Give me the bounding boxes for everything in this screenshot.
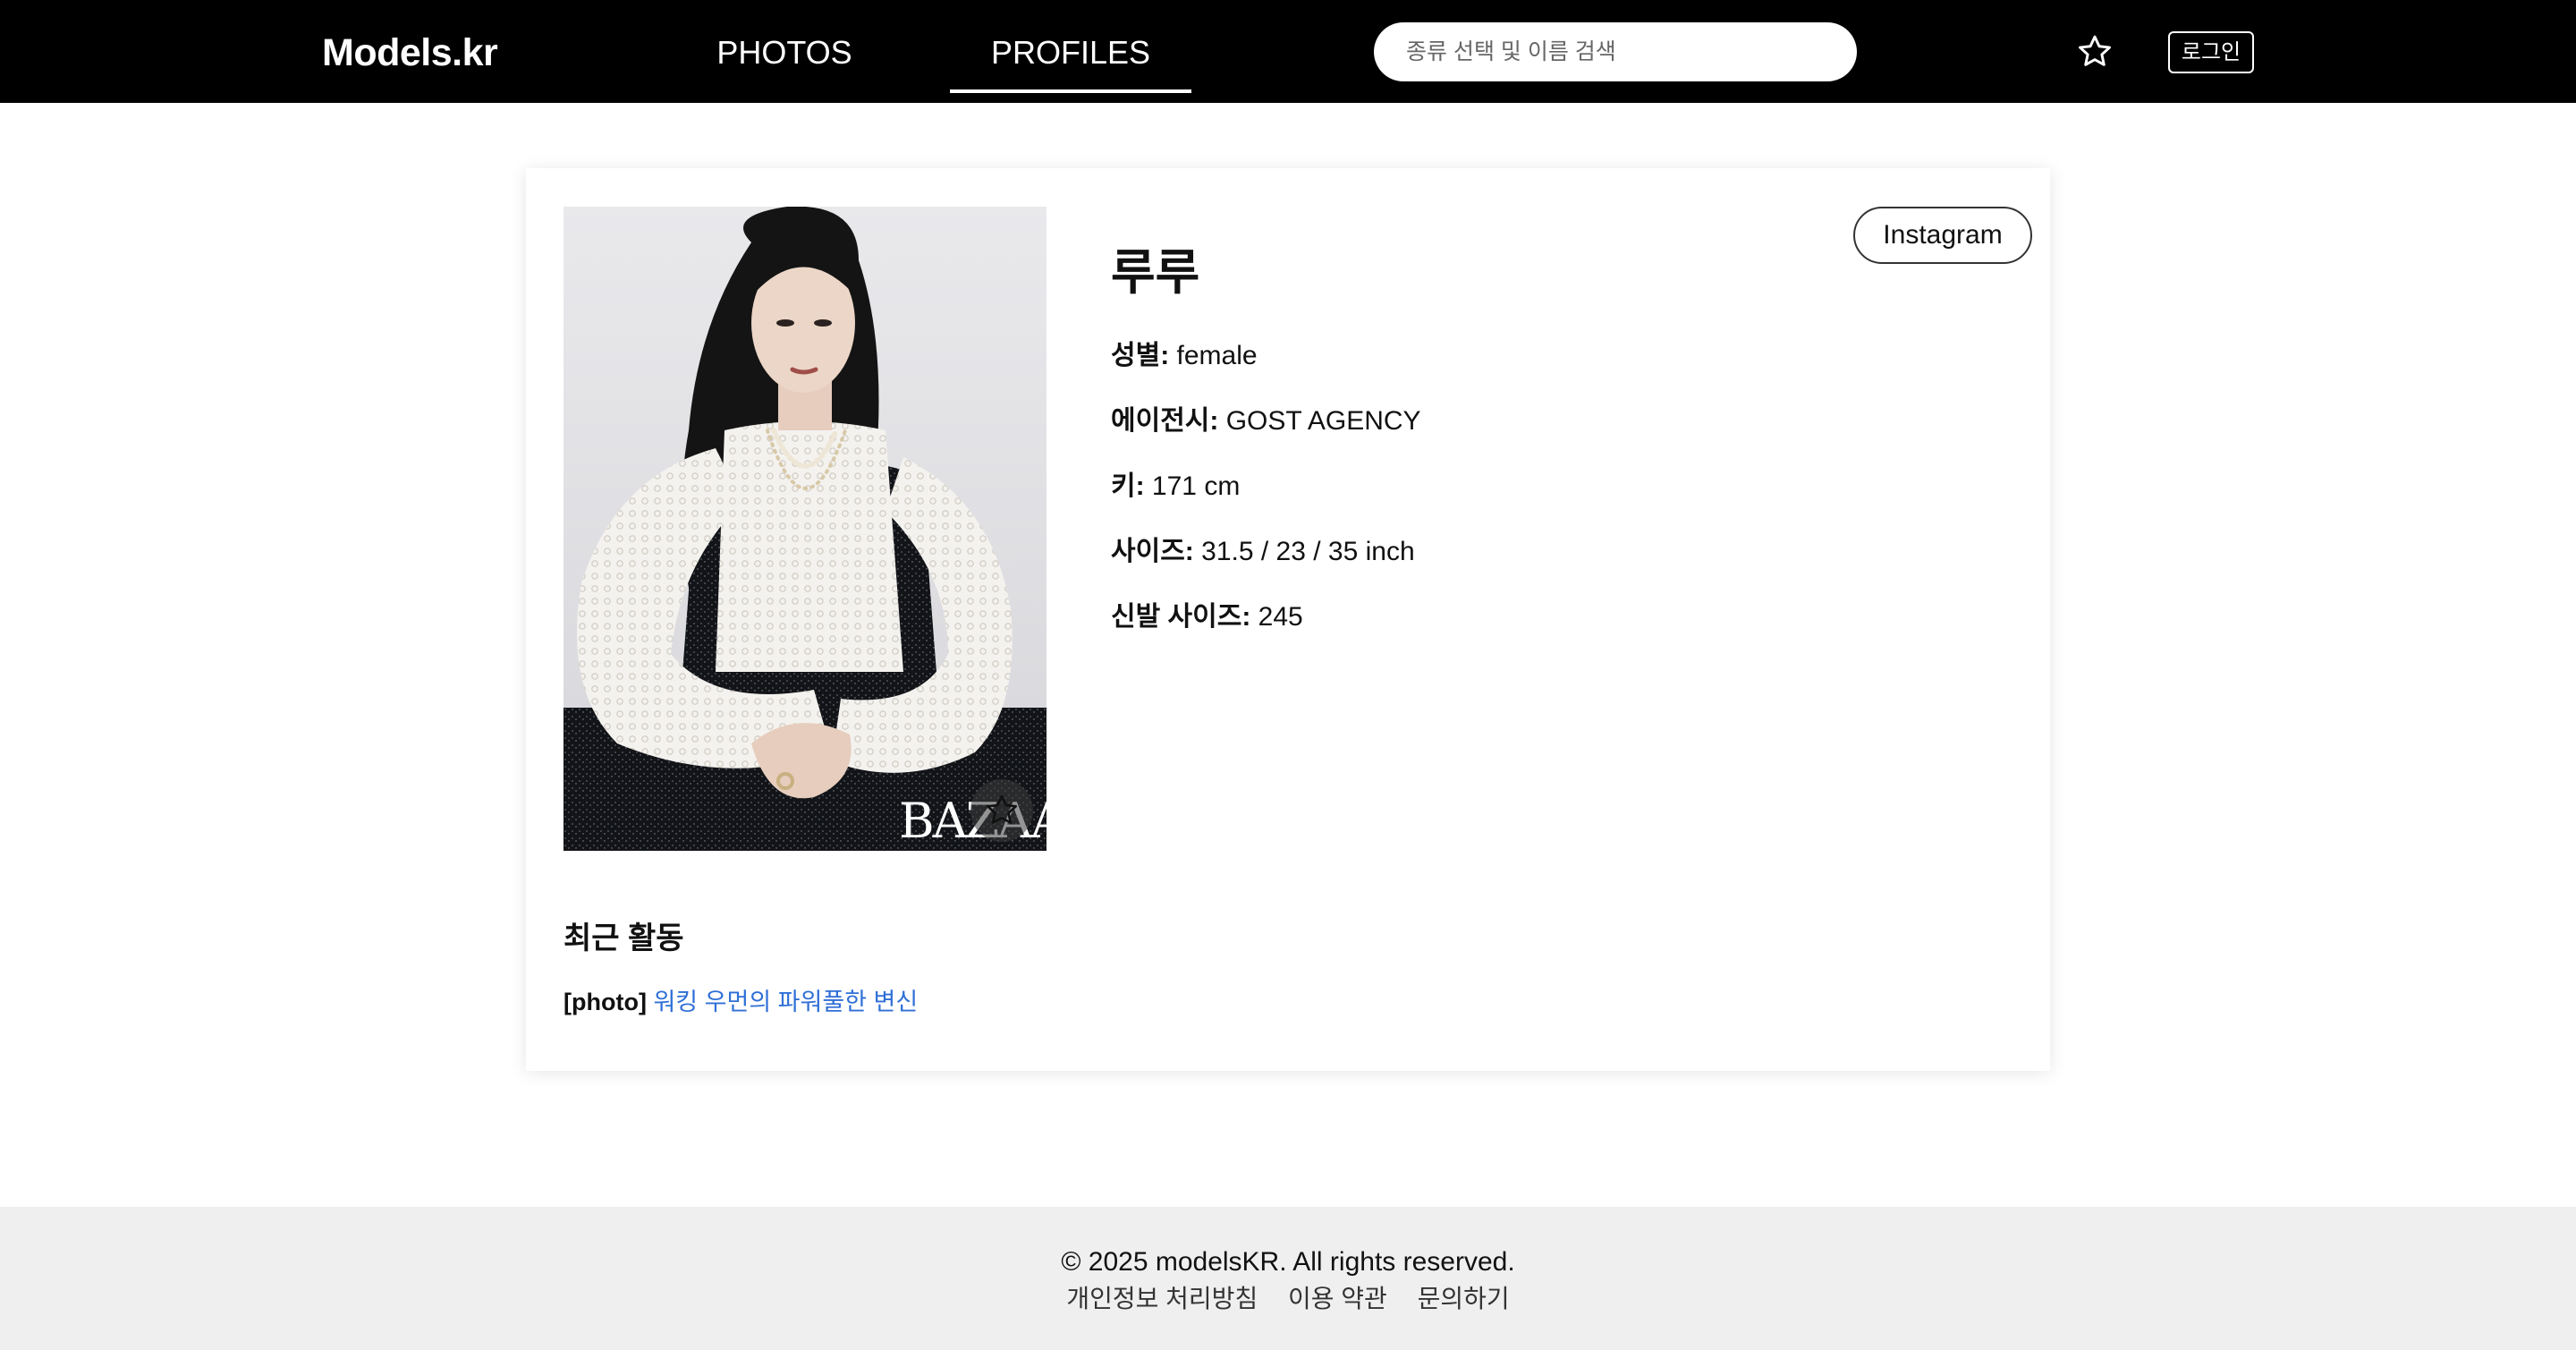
search-input[interactable] [1374,22,1857,81]
info-size: 사이즈: 31.5 / 23 / 35 inch [1111,534,1415,570]
info-value: 245 [1250,602,1303,632]
info-value: 171 cm [1144,471,1241,501]
footer-links: 개인정보 처리방침 이용 약관 문의하기 [0,1282,2576,1316]
info-label: 신발 사이즈: [1111,602,1251,632]
model-photo: BAZAAR [564,207,1046,851]
top-navbar: Models.kr PHOTOS PROFILES 로그인 [0,0,2576,103]
model-name: 루루 [1111,246,1200,300]
info-value: 31.5 / 23 / 35 inch [1193,537,1415,566]
info-height: 키: 171 cm [1111,469,1240,505]
privacy-policy-link[interactable]: 개인정보 처리방침 [1066,1285,1258,1312]
page: Models.kr PHOTOS PROFILES 로그인 [0,0,2576,1350]
favorites-star-icon[interactable] [2075,32,2114,72]
recent-activity-item: [photo] 워킹 우먼의 파워풀한 변신 [564,986,918,1018]
info-value: GOST AGENCY [1218,406,1421,436]
activity-tag: [photo] [564,989,647,1015]
footer: © 2025 modelsKR. All rights reserved. 개인… [0,1207,2576,1350]
info-label: 사이즈: [1111,537,1194,566]
info-label: 키: [1111,471,1145,501]
profile-card: BAZAAR Instagram 루루 성별: female 에이전시: GOS… [526,168,2050,1071]
tab-photos[interactable]: PHOTOS [689,27,880,93]
tab-profiles[interactable]: PROFILES [950,27,1191,93]
recent-activity-title: 최근 활동 [564,921,684,955]
info-gender: 성별: female [1111,338,1258,374]
copyright-text: © 2025 modelsKR. All rights reserved. [1061,1247,1515,1277]
login-button[interactable]: 로그인 [2168,31,2254,73]
favorite-star-icon[interactable] [970,779,1033,842]
info-value: female [1169,341,1258,370]
site-logo[interactable]: Models.kr [322,27,498,79]
info-label: 에이전시: [1111,406,1219,436]
info-agency: 에이전시: GOST AGENCY [1111,403,1421,439]
info-label: 성별: [1111,341,1170,370]
terms-link[interactable]: 이용 약관 [1288,1285,1387,1312]
instagram-button[interactable]: Instagram [1853,207,2032,264]
contact-link[interactable]: 문의하기 [1418,1285,1510,1312]
activity-link[interactable]: 워킹 우먼의 파워풀한 변신 [653,989,918,1015]
info-shoe-size: 신발 사이즈: 245 [1111,599,1303,635]
